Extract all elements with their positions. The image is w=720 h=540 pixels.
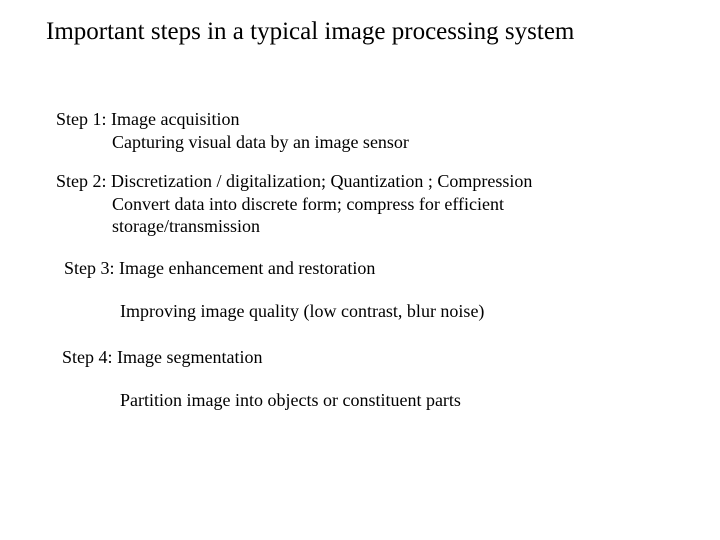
step-1-block: Step 1: Image acquisition Capturing visu… [56,108,409,153]
step-1-heading: Step 1: Image acquisition [56,109,239,129]
step-2-block: Step 2: Discretization / digitalization;… [56,170,532,238]
step-1-desc: Capturing visual data by an image sensor [56,131,409,154]
step-2-heading: Step 2: Discretization / digitalization;… [56,171,532,191]
step-2-desc-line1: Convert data into discrete form; compres… [56,193,504,216]
step-3-heading: Step 3: Image enhancement and restoratio… [64,258,375,279]
step-3-desc: Improving image quality (low contrast, b… [120,301,484,322]
step-4-heading: Step 4: Image segmentation [62,347,262,368]
slide-title: Important steps in a typical image proce… [46,18,574,46]
step-4-desc: Partition image into objects or constitu… [120,390,461,411]
step-2-desc-line2: storage/transmission [56,215,260,238]
